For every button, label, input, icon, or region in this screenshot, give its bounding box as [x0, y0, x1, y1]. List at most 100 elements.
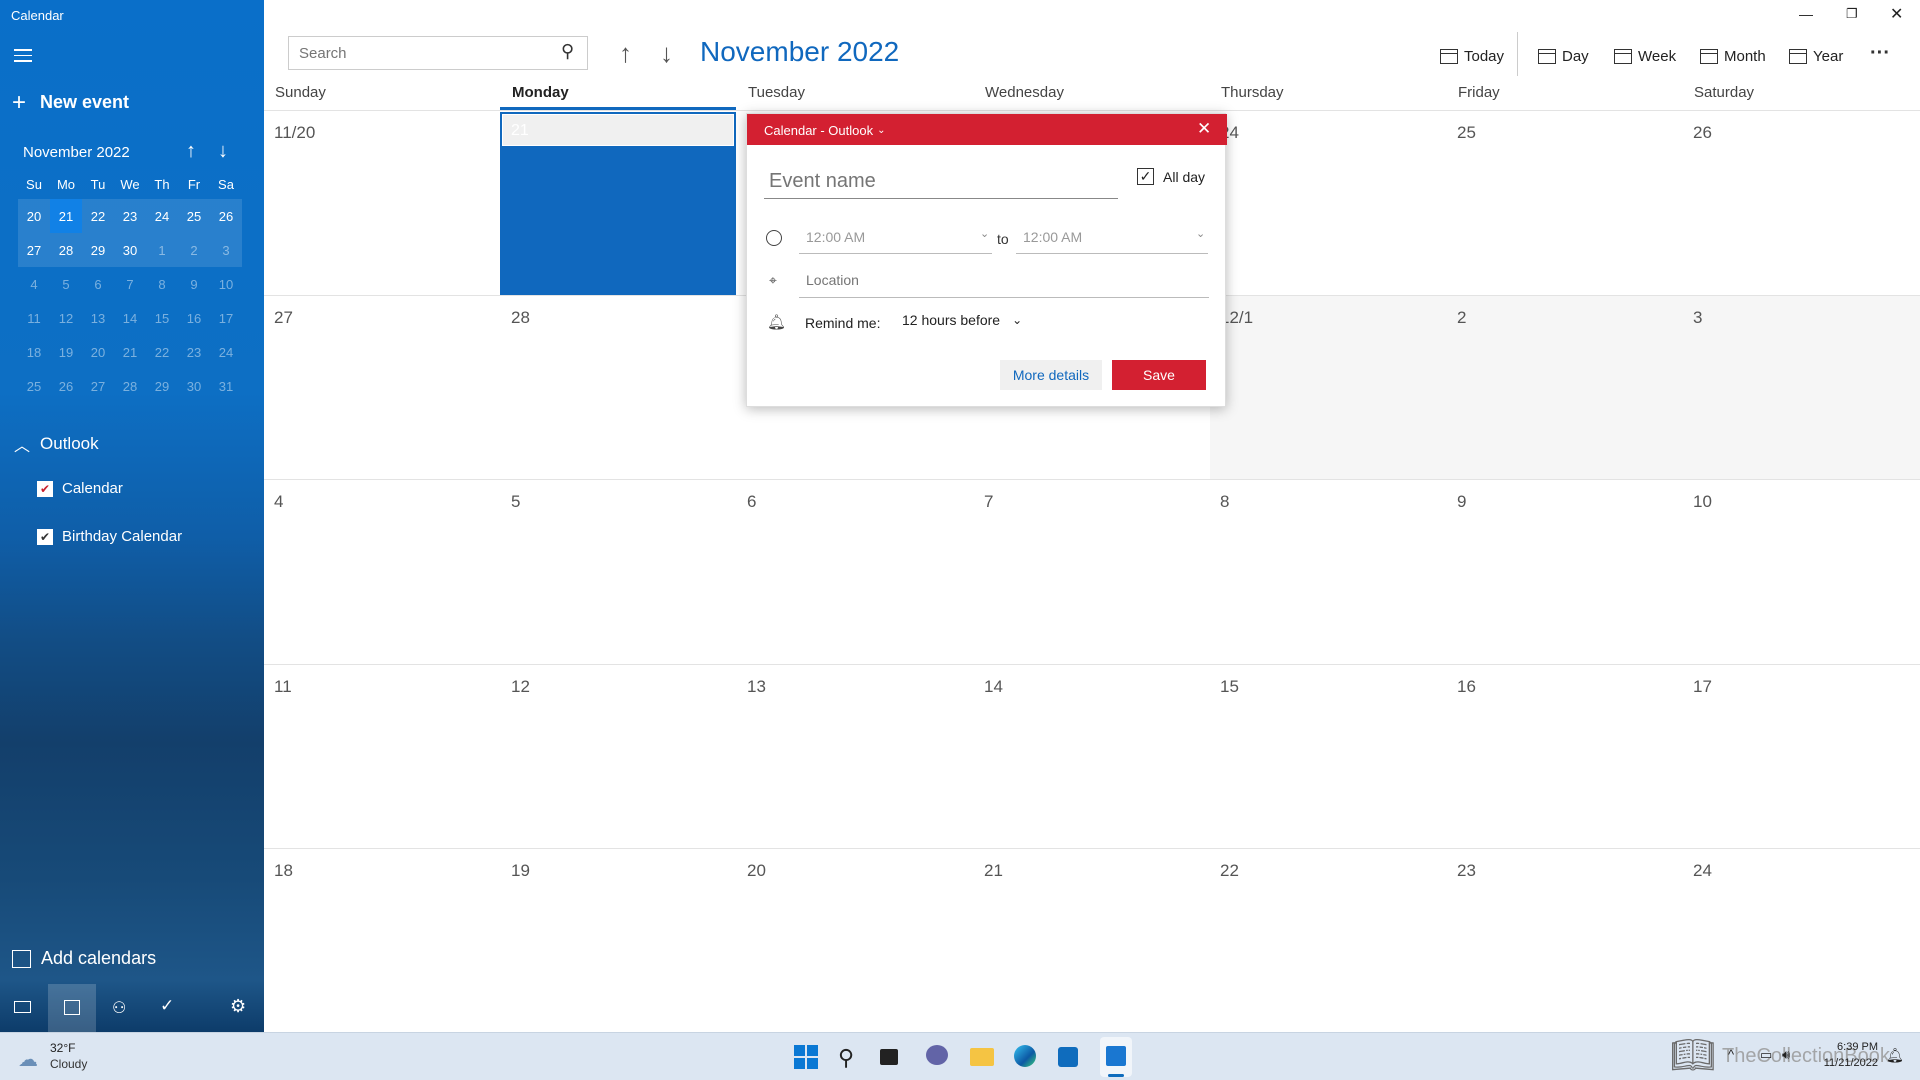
- calendar-day-cell[interactable]: 19: [501, 848, 738, 1032]
- checkbox-checked-icon[interactable]: ✔: [37, 480, 53, 497]
- new-event-button[interactable]: + New event: [12, 90, 129, 114]
- previous-month-arrow-icon[interactable]: ↑: [619, 38, 632, 69]
- mini-calendar-day[interactable]: 23: [114, 199, 146, 233]
- reminder-dropdown[interactable]: 12 hours before ⌄: [902, 312, 1022, 328]
- settings-gear-icon[interactable]: ⚙: [230, 996, 246, 1017]
- calendar-day-cell[interactable]: 7: [974, 479, 1211, 664]
- mini-calendar-day[interactable]: 18: [18, 335, 50, 369]
- calendar-toggle-calendar[interactable]: ✔ Calendar: [37, 480, 123, 497]
- calendar-day-cell[interactable]: 27: [264, 295, 501, 479]
- clock-date[interactable]: 11/21/2022: [1810, 1057, 1878, 1069]
- mini-calendar-day[interactable]: 24: [146, 199, 178, 233]
- calendar-day-cell[interactable]: 15: [1210, 664, 1447, 848]
- mini-calendar-day[interactable]: 4: [18, 267, 50, 301]
- mini-calendar-day[interactable]: 20: [18, 199, 50, 233]
- mini-calendar-month[interactable]: November 2022: [23, 144, 130, 161]
- mini-calendar-day[interactable]: 20: [82, 335, 114, 369]
- mini-calendar-day[interactable]: 3: [210, 233, 242, 267]
- location-input[interactable]: [799, 264, 1199, 296]
- calendar-day-cell[interactable]: 18: [264, 848, 501, 1032]
- calendar-day-cell[interactable]: 8: [1210, 479, 1447, 664]
- mini-calendar-day[interactable]: 26: [210, 199, 242, 233]
- mini-calendar-day[interactable]: 13: [82, 301, 114, 335]
- calendar-day-cell[interactable]: 9: [1447, 479, 1684, 664]
- file-explorer-icon[interactable]: [970, 1045, 996, 1069]
- calendar-day-cell[interactable]: 4: [264, 479, 501, 664]
- start-time-dropdown[interactable]: 12:00 AM ⌄: [799, 220, 992, 254]
- mini-calendar-day[interactable]: 31: [210, 369, 242, 403]
- mini-calendar-day[interactable]: 22: [82, 199, 114, 233]
- people-icon[interactable]: ⚇: [112, 998, 126, 1018]
- add-calendars-button[interactable]: Add calendars: [12, 948, 156, 969]
- selected-day-cell[interactable]: 21: [500, 112, 736, 295]
- location-field[interactable]: [799, 264, 1209, 298]
- show-hidden-icons-chevron-icon[interactable]: ^: [1728, 1047, 1734, 1062]
- calendar-day-cell[interactable]: 12/1: [1210, 295, 1447, 479]
- mini-calendar-day[interactable]: 15: [146, 301, 178, 335]
- calendar-day-cell[interactable]: 2: [1447, 295, 1684, 479]
- mini-calendar-day[interactable]: 30: [114, 233, 146, 267]
- mini-calendar-day[interactable]: 24: [210, 335, 242, 369]
- mini-calendar-day[interactable]: 7: [114, 267, 146, 301]
- checkbox-checked-icon[interactable]: ✓: [1137, 168, 1154, 185]
- mini-calendar-day[interactable]: 25: [18, 369, 50, 403]
- mini-calendar-day[interactable]: 23: [178, 335, 210, 369]
- mini-calendar-day[interactable]: 17: [210, 301, 242, 335]
- hamburger-menu-icon[interactable]: [14, 48, 32, 62]
- mini-calendar-day[interactable]: 26: [50, 369, 82, 403]
- calendar-day-cell[interactable]: 14: [974, 664, 1211, 848]
- mini-calendar-day[interactable]: 25: [178, 199, 210, 233]
- mini-calendar-day[interactable]: 30: [178, 369, 210, 403]
- mini-calendar-day[interactable]: 28: [50, 233, 82, 267]
- calendar-day-cell[interactable]: 11: [264, 664, 501, 848]
- calendar-app-tab[interactable]: [48, 984, 96, 1032]
- todo-check-icon[interactable]: ✓: [160, 996, 174, 1016]
- mail-icon[interactable]: [14, 1001, 31, 1013]
- clock-time[interactable]: 6:39 PM: [1830, 1041, 1878, 1053]
- day-view-button[interactable]: Day: [1538, 44, 1589, 68]
- more-options-icon[interactable]: ···: [1870, 42, 1890, 65]
- mini-calendar-day[interactable]: 28: [114, 369, 146, 403]
- calendar-day-cell[interactable]: 16: [1447, 664, 1684, 848]
- calendar-day-cell[interactable]: 11/20: [264, 110, 501, 295]
- mini-calendar-day[interactable]: 19: [50, 335, 82, 369]
- notifications-bell-icon[interactable]: 🔔︎: [1886, 1047, 1904, 1064]
- mini-calendar-day[interactable]: 27: [82, 369, 114, 403]
- calendar-taskbar-icon[interactable]: [1100, 1037, 1132, 1077]
- mini-calendar-day[interactable]: 29: [146, 369, 178, 403]
- store-icon[interactable]: [1058, 1045, 1084, 1069]
- close-window-icon[interactable]: ✕: [1890, 4, 1903, 24]
- checkbox-checked-icon[interactable]: ✔: [37, 528, 53, 545]
- calendar-day-cell[interactable]: 25: [1447, 110, 1684, 295]
- calendar-toggle-birthday[interactable]: ✔ Birthday Calendar: [37, 528, 182, 545]
- month-view-button[interactable]: Month: [1700, 44, 1766, 68]
- mini-calendar-day[interactable]: 2: [178, 233, 210, 267]
- task-view-icon[interactable]: [880, 1045, 906, 1069]
- search-icon[interactable]: ⚲: [561, 41, 574, 62]
- edge-browser-icon[interactable]: [1014, 1045, 1040, 1069]
- search-box[interactable]: ⚲: [288, 36, 588, 70]
- network-icon[interactable]: ▭: [1760, 1047, 1772, 1063]
- minimize-icon[interactable]: —: [1799, 6, 1813, 22]
- calendar-day-cell[interactable]: 13: [737, 664, 974, 848]
- calendar-day-cell[interactable]: 22: [1210, 848, 1447, 1032]
- mini-calendar-day[interactable]: 1: [146, 233, 178, 267]
- save-button[interactable]: Save: [1112, 360, 1206, 390]
- calendar-selector[interactable]: Calendar - Outlook ⌄: [764, 123, 886, 138]
- year-view-button[interactable]: Year: [1789, 44, 1843, 68]
- calendar-day-cell[interactable]: 17: [1683, 664, 1920, 848]
- mini-calendar-day[interactable]: 16: [178, 301, 210, 335]
- mini-calendar-day[interactable]: 22: [146, 335, 178, 369]
- today-button[interactable]: Today: [1440, 44, 1504, 68]
- teams-chat-icon[interactable]: [926, 1045, 952, 1069]
- mini-prev-month-arrow-icon[interactable]: ↑: [186, 140, 196, 163]
- calendar-day-cell[interactable]: 24: [1683, 848, 1920, 1032]
- event-name-input[interactable]: [764, 165, 1118, 197]
- calendar-day-cell[interactable]: 10: [1683, 479, 1920, 664]
- volume-icon[interactable]: 🔊︎: [1782, 1047, 1790, 1063]
- mini-calendar-day[interactable]: 10: [210, 267, 242, 301]
- calendar-day-cell[interactable]: 20: [737, 848, 974, 1032]
- mini-calendar-day[interactable]: 29: [82, 233, 114, 267]
- calendar-day-cell[interactable]: 5: [501, 479, 738, 664]
- mini-calendar-day[interactable]: 27: [18, 233, 50, 267]
